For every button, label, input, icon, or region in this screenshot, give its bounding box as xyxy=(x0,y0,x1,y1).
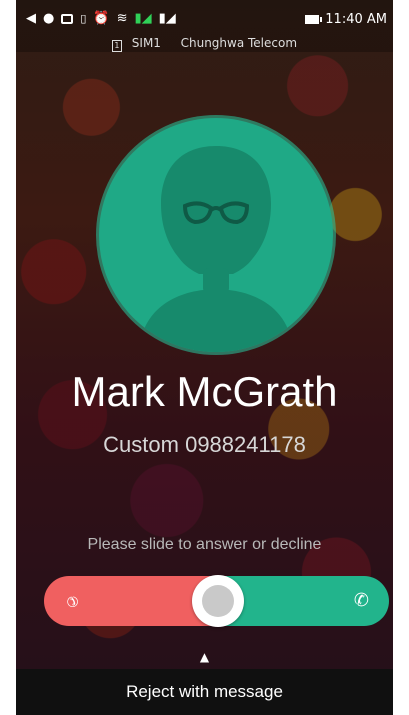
person-icon: ● xyxy=(43,11,55,26)
answer-phone-icon: ✆ xyxy=(353,590,369,611)
decline-zone[interactable]: ✆ xyxy=(44,576,217,626)
caller-name: Mark McGrath xyxy=(71,368,338,415)
sim-badge-icon: 1 xyxy=(111,40,122,52)
up-arrow-icon[interactable]: ▲ xyxy=(16,650,393,664)
caller-number: Custom 0988241178 xyxy=(103,432,306,457)
sim-label: SIM1 xyxy=(131,36,161,50)
person-silhouette-icon xyxy=(139,146,293,352)
sim-icon: ▯ xyxy=(80,12,87,25)
status-icons-row: ◀ ● ▯ ⏰ ≋ ▮◢ ▮◢ 11:40 AM xyxy=(26,8,387,30)
image-icon xyxy=(61,14,74,24)
carrier-row: 1 SIM1 Chunghwa Telecom xyxy=(16,36,393,52)
reject-with-message-button[interactable]: Reject with message xyxy=(16,669,393,715)
status-bar: ◀ ● ▯ ⏰ ≋ ▮◢ ▮◢ 11:40 AM 1 SIM1 Chunghwa… xyxy=(16,0,393,52)
battery-icon xyxy=(305,14,323,24)
decline-phone-icon: ✆ xyxy=(62,591,82,611)
wifi-icon: ≋ xyxy=(116,11,128,26)
incoming-call-screen: ◀ ● ▯ ⏰ ≋ ▮◢ ▮◢ 11:40 AM 1 SIM1 Chunghwa… xyxy=(16,0,393,715)
status-time: 11:40 AM xyxy=(325,11,387,27)
sim2-signal-icon: ▮◢ xyxy=(158,11,176,26)
status-right: 11:40 AM xyxy=(305,12,387,27)
carrier-name: Chunghwa Telecom xyxy=(180,36,298,50)
sim1-signal-icon: ▮◢ xyxy=(134,11,152,26)
slide-hint: Please slide to answer or decline xyxy=(87,536,322,553)
slider-knob[interactable] xyxy=(192,575,244,627)
back-icon: ◀ xyxy=(26,11,36,26)
caller-avatar xyxy=(99,118,333,352)
alarm-icon: ⏰ xyxy=(93,11,110,26)
